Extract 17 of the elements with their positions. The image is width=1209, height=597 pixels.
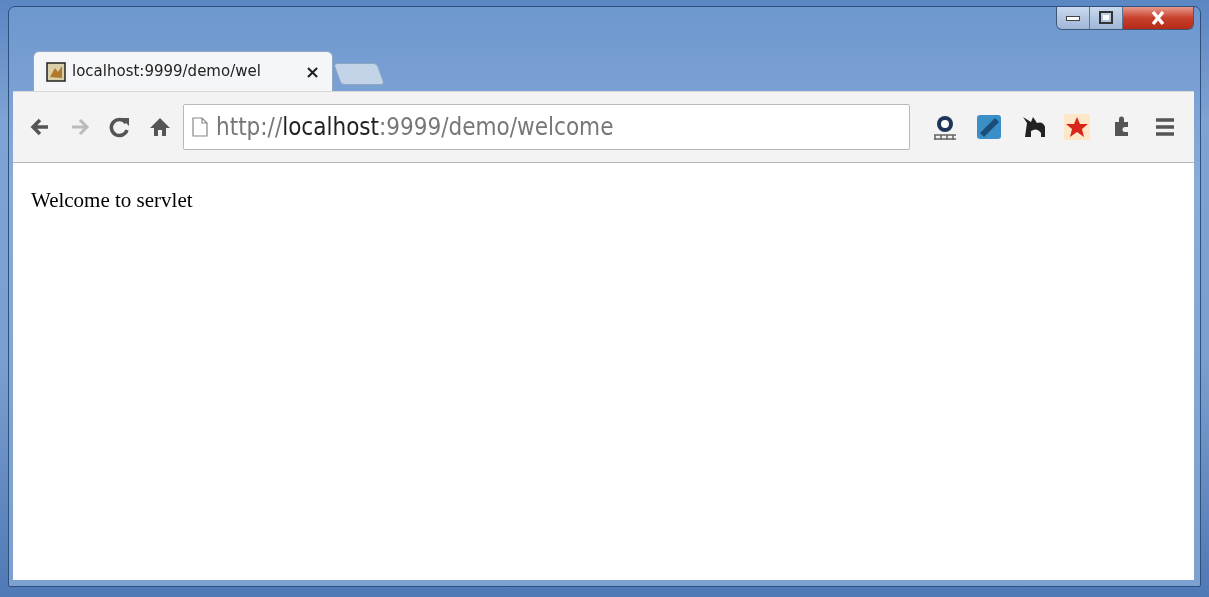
- minimize-icon: [1066, 15, 1080, 21]
- address-bar[interactable]: http://localhost:9999/demo/welcome: [183, 104, 910, 150]
- badge-icon: [931, 113, 959, 141]
- tab-title: localhost:9999/demo/wel: [72, 61, 261, 83]
- favicon-icon: [46, 61, 66, 82]
- reload-icon: [108, 115, 132, 139]
- page-icon: [192, 117, 208, 137]
- maximize-button[interactable]: [1090, 7, 1123, 29]
- maximize-icon: [1098, 10, 1114, 26]
- tab-close-button[interactable]: ×: [304, 58, 320, 85]
- browser-tab[interactable]: localhost:9999/demo/wel ×: [33, 51, 333, 91]
- close-button[interactable]: [1123, 7, 1193, 29]
- page-text: Welcome to servlet: [31, 188, 193, 212]
- minimize-button[interactable]: [1057, 7, 1090, 29]
- close-icon: [1150, 10, 1166, 26]
- home-icon: [148, 115, 172, 139]
- url-text: http://localhost:9999/demo/welcome: [216, 112, 614, 143]
